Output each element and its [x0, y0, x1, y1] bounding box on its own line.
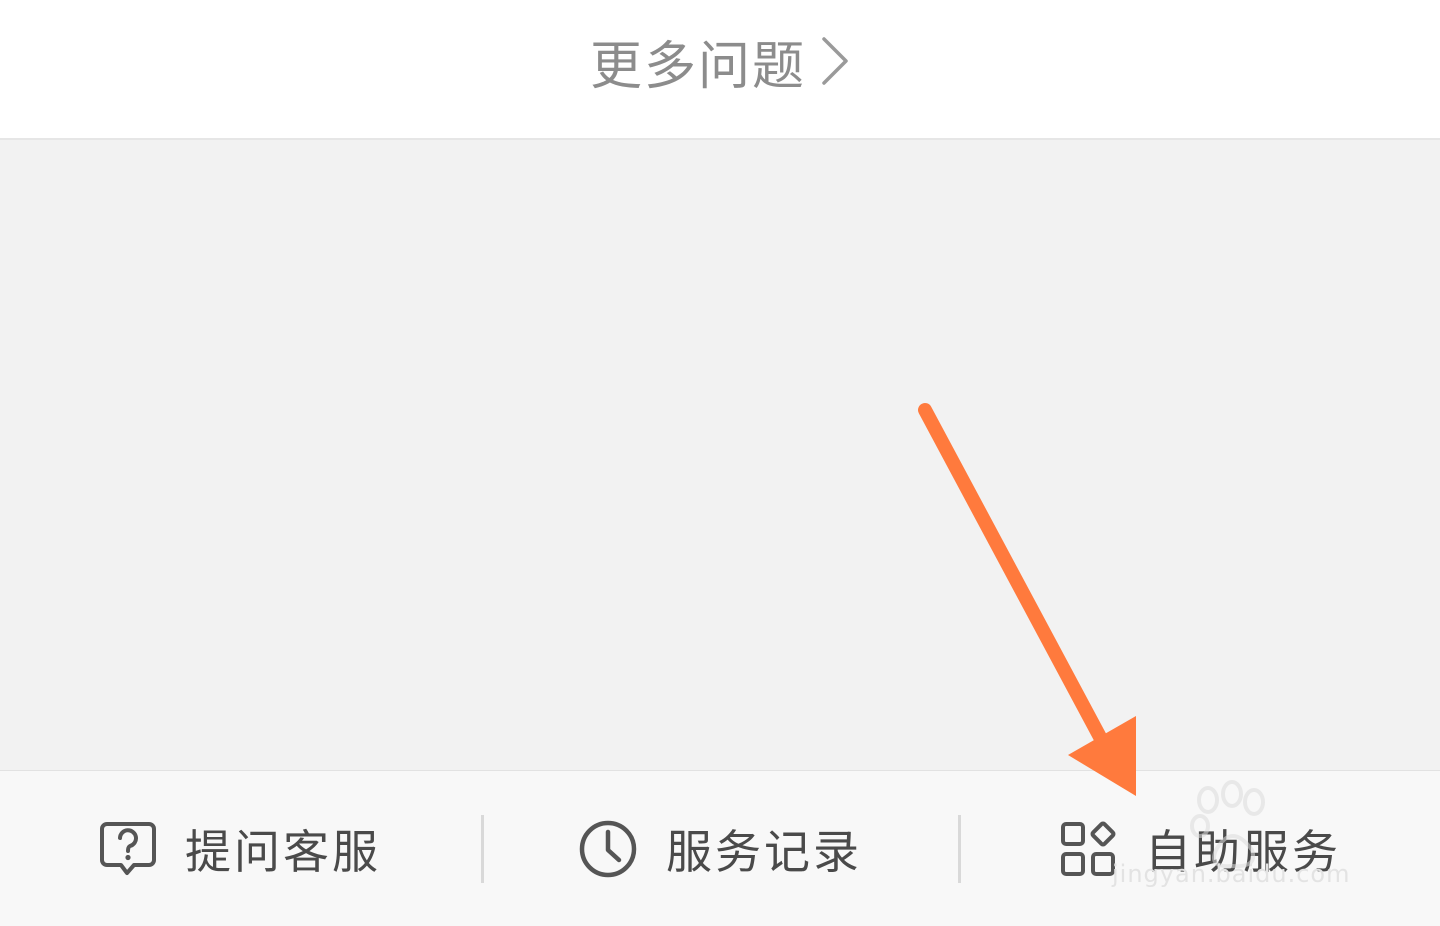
tab-service-records-label: 服务记录	[666, 825, 862, 879]
tab-ask-support-label: 提问客服	[185, 825, 381, 879]
tab-self-service-label: 自助服务	[1145, 825, 1341, 879]
header-bar: 更多问题	[0, 0, 1440, 140]
question-bubble-icon	[99, 820, 157, 878]
tab-service-records[interactable]: 服务记录	[480, 771, 960, 926]
clock-icon	[578, 819, 638, 879]
content-area	[0, 140, 1440, 770]
toolbar-divider	[481, 815, 484, 883]
tab-ask-support[interactable]: 提问客服	[0, 771, 480, 926]
bottom-toolbar: 提问客服 服务记录 自助服务	[0, 770, 1440, 926]
more-questions-link[interactable]: 更多问题	[590, 24, 850, 99]
tab-self-service[interactable]: 自助服务	[960, 771, 1440, 926]
chevron-right-icon	[820, 35, 850, 87]
page: 更多问题 提问客服 服务记录 自助服务 jingyan.baidu.com	[0, 0, 1440, 926]
grid-apps-icon	[1059, 820, 1117, 878]
toolbar-divider	[958, 815, 961, 883]
more-questions-label: 更多问题	[589, 36, 806, 97]
